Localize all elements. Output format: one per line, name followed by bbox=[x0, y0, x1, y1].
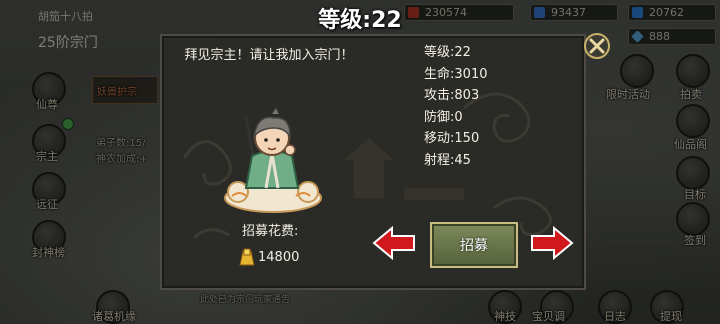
disciple-character bbox=[224, 107, 322, 213]
cost-value: 14800 bbox=[258, 249, 300, 265]
red-arrow-left-icon[interactable] bbox=[372, 226, 416, 260]
recruit-button[interactable]: 招募 bbox=[430, 222, 518, 268]
cost-row: 14800 bbox=[238, 246, 299, 268]
red-arrow-right-icon[interactable] bbox=[530, 226, 574, 260]
stat-move: 移动:150 bbox=[424, 131, 480, 146]
stat-range: 射程:45 bbox=[424, 152, 471, 168]
stat-hp: 生命:3010 bbox=[424, 66, 488, 82]
gold-ingot-icon bbox=[239, 248, 255, 266]
cost-label: 招募花费: bbox=[242, 224, 299, 239]
stat-level: 等级:22 bbox=[424, 45, 471, 60]
greeting-text: 拜见宗主！请让我加入宗门！ bbox=[184, 48, 354, 63]
close-x-icon bbox=[589, 38, 605, 54]
level-title: 等级:22 bbox=[318, 8, 402, 33]
stat-defense: 防御:0 bbox=[424, 109, 463, 125]
recruit-button-label: 招募 bbox=[460, 238, 488, 254]
close-button[interactable] bbox=[584, 33, 610, 59]
stat-attack: 攻击:803 bbox=[424, 88, 480, 103]
stats-list: 等级:22 生命:3010 攻击:803 防御:0 移动:150 射程:45 bbox=[424, 42, 488, 171]
